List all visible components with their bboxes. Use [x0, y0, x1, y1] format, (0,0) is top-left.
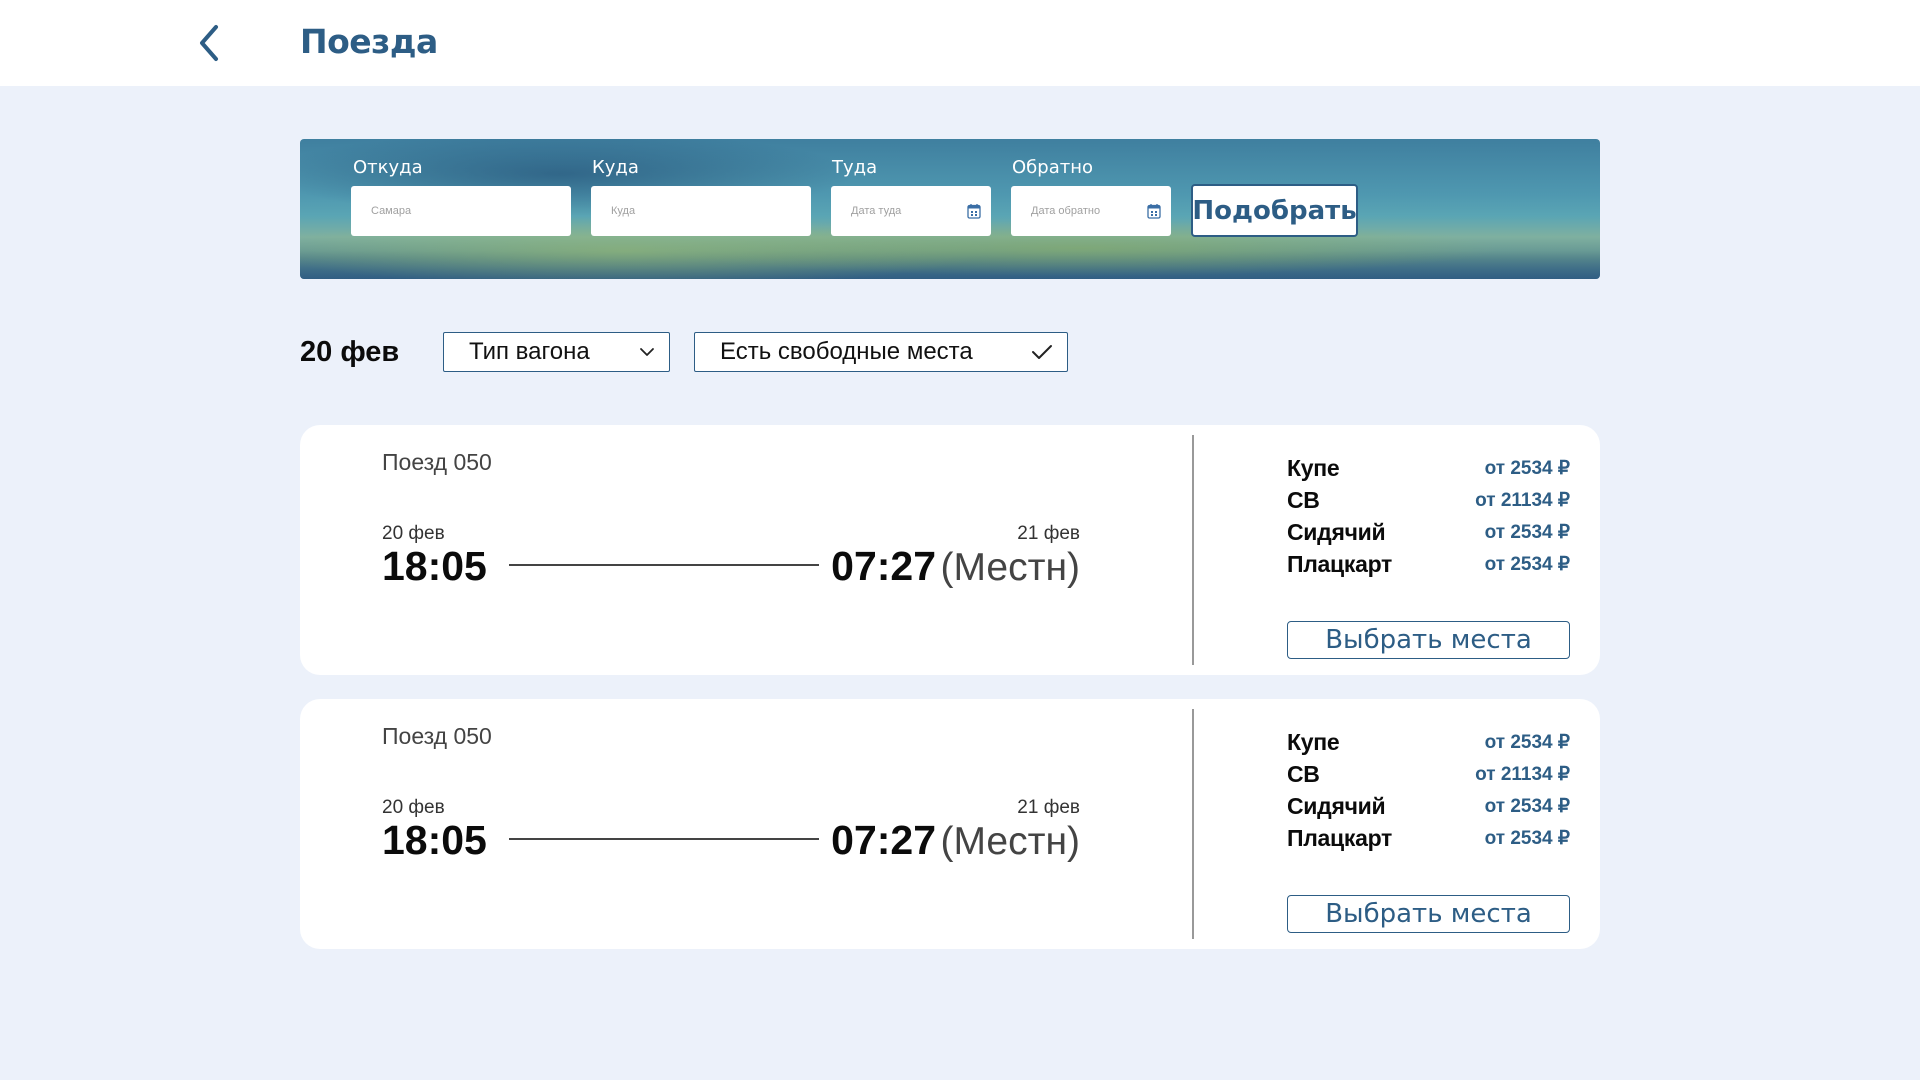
route-line	[509, 838, 819, 840]
train-card: Поезд 050 20 фев 18:05 21 фев 07:27 (Мес…	[300, 699, 1600, 949]
available-seats-label: Есть свободные места	[720, 338, 973, 365]
train-card: Поезд 050 20 фев 18:05 21 фев 07:27 (Мес…	[300, 425, 1600, 675]
arrival-time-block: 07:27 (Местн)	[831, 543, 1080, 590]
car-type-dropdown[interactable]: Тип вагона	[443, 332, 670, 372]
departure-date: 20 фев	[382, 523, 445, 544]
class-row: СВ от 21134 ₽	[1287, 484, 1570, 516]
car-type-label: Тип вагона	[469, 338, 590, 365]
class-name: СВ	[1287, 760, 1320, 787]
class-row: Плацкарт от 2534 ₽	[1287, 548, 1570, 580]
from-label: Откуда	[353, 157, 423, 178]
train-name: Поезд 050	[382, 449, 492, 475]
class-row: Купе от 2534 ₽	[1287, 452, 1570, 484]
route-line	[509, 564, 819, 566]
calendar-icon[interactable]	[967, 203, 981, 219]
departure-time: 18:05	[382, 543, 487, 589]
class-price: от 2534 ₽	[1484, 731, 1570, 753]
page-title: Поезда	[300, 22, 438, 61]
card-divider	[1192, 435, 1194, 665]
arrival-time-block: 07:27 (Местн)	[831, 817, 1080, 864]
class-name: Купе	[1287, 454, 1340, 481]
arrival-date: 21 фев	[1017, 523, 1080, 544]
card-divider	[1192, 709, 1194, 939]
to-input[interactable]	[591, 186, 811, 236]
calendar-icon[interactable]	[1147, 203, 1161, 219]
class-price: от 2534 ₽	[1484, 795, 1570, 817]
class-name: Плацкарт	[1287, 824, 1392, 851]
arrival-timezone-note: (Местн)	[940, 820, 1081, 863]
class-price: от 2534 ₽	[1484, 457, 1570, 479]
class-row: Плацкарт от 2534 ₽	[1287, 822, 1570, 854]
search-banner: Откуда Куда Туда Обратно Подобрать	[300, 139, 1600, 279]
class-row: Сидячий от 2534 ₽	[1287, 516, 1570, 548]
arrival-time: 07:27	[831, 543, 937, 589]
back-date-label: Обратно	[1012, 157, 1093, 178]
chevron-left-icon	[200, 25, 218, 61]
to-label: Куда	[592, 157, 639, 178]
departure-time: 18:05	[382, 817, 487, 863]
search-button[interactable]: Подобрать	[1191, 184, 1358, 237]
class-row: Сидячий от 2534 ₽	[1287, 790, 1570, 822]
class-price: от 2534 ₽	[1484, 521, 1570, 543]
class-name: Сидячий	[1287, 792, 1386, 819]
back-button[interactable]	[192, 22, 226, 64]
available-seats-filter[interactable]: Есть свободные места	[694, 332, 1068, 372]
class-price: от 2534 ₽	[1484, 827, 1570, 849]
select-seats-button[interactable]: Выбрать места	[1287, 621, 1570, 659]
there-date-label: Туда	[832, 157, 878, 178]
select-seats-button[interactable]: Выбрать места	[1287, 895, 1570, 933]
app-header: Поезда	[0, 0, 1920, 86]
class-name: Плацкарт	[1287, 550, 1392, 577]
class-row: Купе от 2534 ₽	[1287, 726, 1570, 758]
class-name: Сидячий	[1287, 518, 1386, 545]
arrival-timezone-note: (Местн)	[940, 546, 1081, 589]
selected-date: 20 фев	[300, 336, 400, 368]
chevron-down-icon	[640, 348, 654, 356]
class-name: Купе	[1287, 728, 1340, 755]
class-price: от 21134 ₽	[1475, 763, 1570, 785]
arrival-date: 21 фев	[1017, 797, 1080, 818]
class-price: от 2534 ₽	[1484, 553, 1570, 575]
class-name: СВ	[1287, 486, 1320, 513]
class-price: от 21134 ₽	[1475, 489, 1570, 511]
class-row: СВ от 21134 ₽	[1287, 758, 1570, 790]
train-name: Поезд 050	[382, 723, 492, 749]
check-icon	[1032, 345, 1052, 359]
arrival-time: 07:27	[831, 817, 937, 863]
departure-date: 20 фев	[382, 797, 445, 818]
from-input[interactable]	[351, 186, 571, 236]
